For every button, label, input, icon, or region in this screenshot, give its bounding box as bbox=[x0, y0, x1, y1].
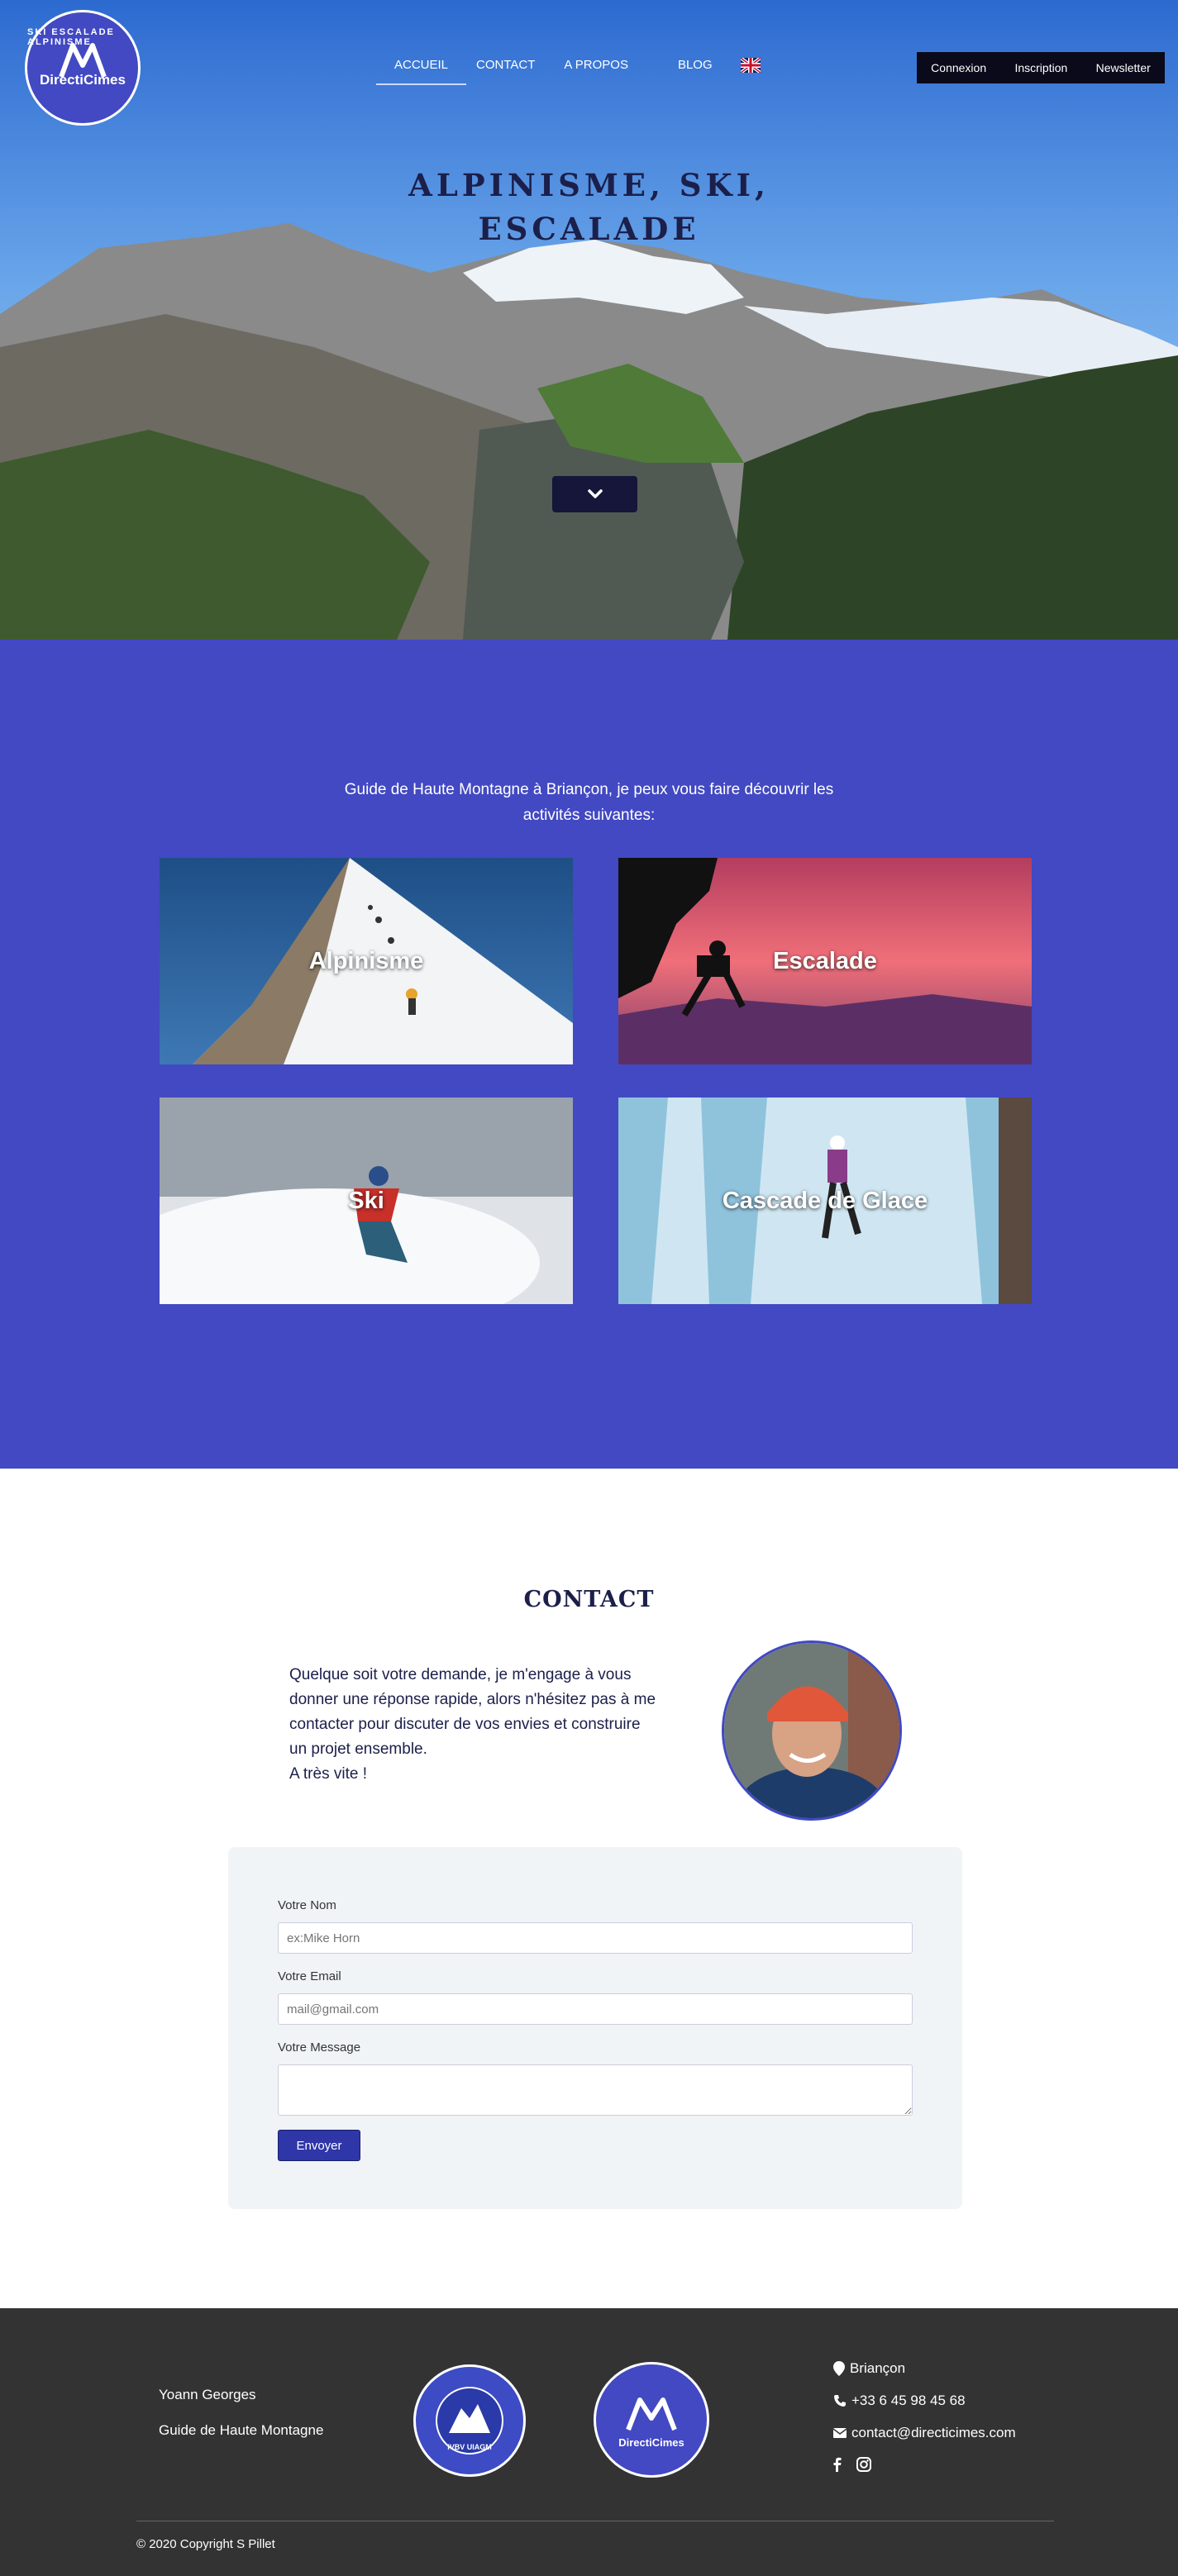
nav-item-contact[interactable]: CONTACT bbox=[476, 58, 535, 85]
activities-intro: Guide de Haute Montagne à Briançon, je p… bbox=[344, 781, 834, 824]
name-input[interactable] bbox=[278, 1922, 913, 1954]
envelope-icon bbox=[833, 2428, 847, 2438]
send-button[interactable]: Envoyer bbox=[278, 2130, 360, 2161]
contact-text-line: Quelque soit votre demande, je m'engage … bbox=[289, 1666, 632, 1683]
ivbv-uiagm-badge: IVBV UIAGM bbox=[413, 2364, 526, 2477]
contact-text: Quelque soit votre demande, je m'engage … bbox=[289, 1663, 686, 1787]
activity-card-alpinisme[interactable]: Alpinisme bbox=[160, 858, 573, 1064]
phone-icon bbox=[834, 2395, 846, 2407]
badge-text: IVBV UIAGM bbox=[447, 2443, 492, 2451]
contact-title: CONTACT bbox=[523, 1587, 655, 1612]
name-label: Votre Nom bbox=[278, 1898, 336, 1912]
nav-item-a-propos[interactable]: A PROPOS bbox=[564, 58, 628, 85]
newsletter-button[interactable]: Newsletter bbox=[1096, 61, 1151, 74]
hero-title-line2: ESCALADE bbox=[478, 211, 700, 247]
facebook-icon[interactable] bbox=[833, 2457, 842, 2472]
nav-item-accueil[interactable]: ACCUEIL bbox=[376, 58, 467, 85]
activities-section: Guide de Haute Montagne à Briançon, je p… bbox=[0, 640, 1178, 1469]
mountain-logo-icon: DirectiCimes bbox=[618, 2397, 684, 2449]
copyright: © 2020 Copyright S Pillet bbox=[136, 2537, 275, 2551]
main-nav: ACCUEIL CONTACT A PROPOS BLOG bbox=[376, 58, 742, 85]
footer-name: Yoann Georges bbox=[159, 2387, 256, 2402]
footer: Yoann Georges Guide de Haute Montagne IV… bbox=[0, 2308, 1178, 2576]
activity-label: Alpinisme bbox=[308, 947, 424, 974]
footer-email-text: contact@directicimes.com bbox=[851, 2425, 1016, 2440]
activity-label: Escalade bbox=[773, 947, 877, 974]
hero-section: SKI ESCALADE ALPINISME DirectiCimes ACCU… bbox=[0, 0, 1178, 640]
activity-card-cascade-de-glace[interactable]: Cascade de Glace bbox=[618, 1098, 1032, 1304]
activity-card-escalade[interactable]: Escalade bbox=[618, 858, 1032, 1064]
hero-title-line1: ALPINISME, SKI, bbox=[408, 167, 770, 203]
mountain-landscape-image bbox=[0, 0, 1178, 640]
footer-location-text: Briançon bbox=[850, 2360, 906, 2376]
chevron-down-icon bbox=[587, 489, 603, 498]
email-input[interactable] bbox=[278, 1993, 913, 2025]
instagram-icon[interactable] bbox=[856, 2457, 871, 2472]
login-button[interactable]: Connexion bbox=[931, 61, 986, 74]
footer-social bbox=[833, 2457, 871, 2472]
activity-label: Cascade de Glace bbox=[722, 1187, 928, 1214]
footer-email[interactable]: contact@directicimes.com bbox=[833, 2425, 1016, 2441]
guide-portrait bbox=[722, 1640, 902, 1821]
footer-role: Guide de Haute Montagne bbox=[159, 2422, 324, 2438]
map-marker-icon bbox=[833, 2361, 845, 2376]
footer-location: Briançon bbox=[833, 2360, 905, 2377]
activity-card-ski[interactable]: Ski bbox=[160, 1098, 573, 1304]
message-textarea[interactable] bbox=[278, 2064, 913, 2116]
contact-text-line: contacter pour discuter de vos envies et… bbox=[289, 1716, 641, 1733]
contact-text-line: A très vite ! bbox=[289, 1765, 367, 1783]
guide-photo bbox=[724, 1643, 899, 1818]
contact-text-line: un projet ensemble. bbox=[289, 1740, 427, 1758]
auth-bar: Connexion Inscription Newsletter bbox=[917, 52, 1165, 83]
contact-text-line: donner une réponse rapide, alors n'hésit… bbox=[289, 1691, 656, 1708]
hero-title: ALPINISME, SKI, ESCALADE bbox=[0, 164, 1178, 251]
footer-logo-brand: DirectiCimes bbox=[618, 2436, 684, 2449]
nav-item-blog[interactable]: BLOG bbox=[678, 58, 713, 85]
mountain-logo-icon bbox=[59, 43, 107, 79]
footer-logo[interactable]: DirectiCimes bbox=[594, 2362, 709, 2478]
message-label: Votre Message bbox=[278, 2040, 361, 2055]
activity-label: Ski bbox=[348, 1187, 384, 1214]
footer-phone[interactable]: +33 6 45 98 45 68 bbox=[833, 2393, 966, 2409]
email-label: Votre Email bbox=[278, 1969, 341, 1983]
footer-phone-text: +33 6 45 98 45 68 bbox=[851, 2393, 966, 2408]
scroll-down-button[interactable] bbox=[552, 476, 637, 512]
contact-form: Votre Nom Votre Email Votre Message Envo… bbox=[228, 1847, 962, 2209]
site-logo[interactable]: SKI ESCALADE ALPINISME DirectiCimes bbox=[25, 10, 141, 126]
uk-flag-icon[interactable] bbox=[741, 58, 761, 73]
signup-button[interactable]: Inscription bbox=[1014, 61, 1067, 74]
ivbv-badge-logo: IVBV UIAGM bbox=[436, 2387, 503, 2455]
